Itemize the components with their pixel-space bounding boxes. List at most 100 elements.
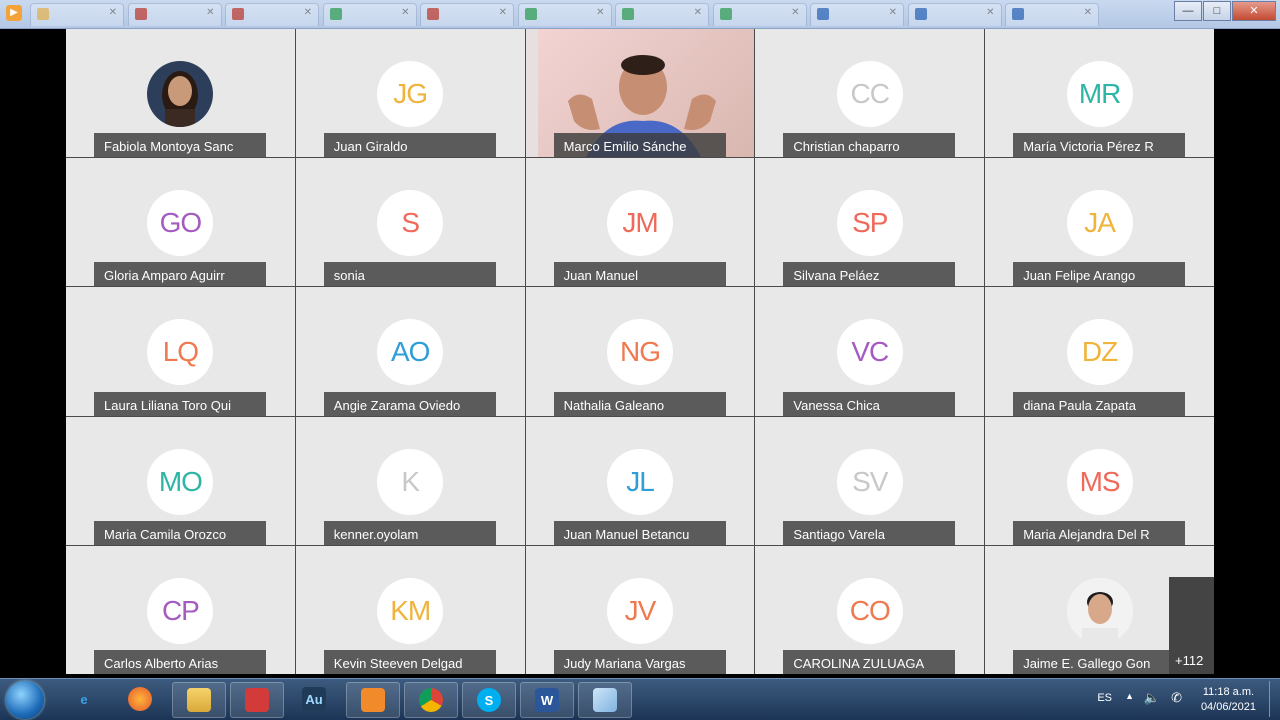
clock[interactable]: 11:18 a.m. 04/06/2021	[1201, 685, 1256, 715]
participant-tile[interactable]: CC Christian chaparro	[755, 29, 985, 158]
taskbar-word-button[interactable]: W	[520, 682, 574, 718]
taskbar-internet-explorer-button[interactable]: e	[62, 682, 106, 716]
participant-tile[interactable]: JL Juan Manuel Betancu	[525, 416, 755, 545]
participant-avatar: MR	[1066, 61, 1133, 127]
browser-tab[interactable]: ✕	[907, 3, 1002, 26]
participant-tile[interactable]: NG Nathalia Galeano	[525, 287, 755, 416]
browser-tab[interactable]: ✕	[1005, 3, 1099, 26]
taskbar-skype-button[interactable]: S	[462, 682, 516, 718]
tab-favicon-icon	[427, 8, 439, 20]
participant-avatar: SV	[836, 448, 903, 515]
participant-tile[interactable]: KM Kevin Steeven Delgad	[295, 545, 525, 674]
chrome-icon	[419, 688, 443, 712]
participant-tile[interactable]: SV Santiago Varela	[755, 416, 985, 545]
participant-tile[interactable]: SP Silvana Peláez	[755, 158, 985, 287]
taskbar-audition-button[interactable]: Au	[292, 682, 336, 716]
participant-avatar: LQ	[147, 319, 214, 386]
show-desktop-button[interactable]	[1269, 681, 1280, 717]
participant-tile[interactable]: AO Angie Zarama Oviedo	[295, 287, 525, 416]
browser-tab[interactable]: ✕	[517, 3, 612, 26]
participant-tile[interactable]: Ssonia	[295, 158, 525, 287]
participant-tile[interactable]: JG Juan Giraldo	[295, 29, 525, 158]
participant-avatar: SP	[836, 190, 903, 257]
more-participants-button[interactable]: +112	[1169, 577, 1214, 674]
participant-tile[interactable]: VC Vanessa Chica	[755, 287, 985, 416]
participant-tile[interactable]: CP Carlos Alberto Arias	[66, 545, 295, 674]
participant-avatar: GO	[147, 190, 214, 257]
taskbar-chrome-button[interactable]	[404, 682, 458, 718]
language-indicator[interactable]: ES	[1097, 692, 1112, 704]
participant-photo	[147, 61, 214, 127]
tab-close-icon[interactable]: ✕	[109, 7, 117, 18]
participant-avatar: CO	[836, 577, 903, 644]
tab-close-icon[interactable]: ✕	[499, 7, 507, 18]
tab-favicon-icon	[232, 8, 244, 20]
close-button[interactable]: ✕	[1232, 1, 1276, 21]
firefox-icon	[128, 687, 152, 711]
browser-tab-strip: ▶ ✕ ✕ ✕ ✕ ✕ ✕ ✕ ✕ ✕ ✕ ✕ — □ ✕	[0, 0, 1280, 29]
overflow-count: +112	[1175, 653, 1204, 668]
tray-expand-icon[interactable]: ▲	[1125, 691, 1134, 701]
participant-photo	[1066, 577, 1133, 644]
browser-tab[interactable]: ✕	[420, 3, 514, 26]
participant-tile[interactable]: DZ diana Paula Zapata	[985, 287, 1214, 416]
participant-tile[interactable]: Marco Emilio Sánche	[525, 29, 755, 158]
clock-time: 11:18 a.m.	[1202, 686, 1255, 698]
taskbar-kill-app-button[interactable]	[230, 682, 284, 718]
participant-grid: Fabiola Montoya Sanc JG Juan Giraldo Marco …	[66, 29, 1214, 674]
participant-name: sonia	[323, 262, 496, 287]
taskbar-document-app-button[interactable]	[578, 682, 632, 718]
maximize-button[interactable]: □	[1203, 1, 1231, 21]
taskbar-media-player-button[interactable]	[346, 682, 400, 718]
participant-avatar: DZ	[1066, 319, 1133, 386]
participant-tile[interactable]: CO CAROLINA ZULUAGA	[755, 545, 985, 674]
browser-tab[interactable]: ✕	[810, 3, 904, 26]
tab-close-icon[interactable]: ✕	[694, 7, 702, 18]
tab-close-icon[interactable]: ✕	[889, 7, 897, 18]
taskbar-firefox-button[interactable]	[118, 682, 162, 716]
tab-close-icon[interactable]: ✕	[791, 7, 799, 18]
participant-tile[interactable]: LQ Laura Liliana Toro Qui	[66, 287, 295, 416]
participant-name: Christian chaparro	[783, 133, 956, 158]
participant-tile[interactable]: MS Maria Alejandra Del R	[985, 416, 1214, 545]
tab-favicon-icon	[622, 8, 634, 20]
minimize-button[interactable]: —	[1174, 1, 1202, 21]
tab-close-icon[interactable]: ✕	[596, 7, 604, 18]
browser-tab[interactable]: ✕	[30, 3, 124, 26]
participant-tile[interactable]: MO Maria Camila Orozco	[66, 416, 295, 545]
participant-avatar: JG	[377, 61, 444, 127]
browser-tab[interactable]: ✕	[712, 3, 807, 26]
browser-tab[interactable]: ✕	[615, 3, 709, 26]
participant-tile[interactable]: MR María Victoria Pérez R	[985, 29, 1214, 158]
participant-name: Kevin Steeven Delgad	[323, 649, 496, 674]
participant-name: María Victoria Pérez R	[1013, 133, 1186, 158]
participant-avatar: KM	[377, 577, 444, 644]
browser-tab[interactable]: ✕	[127, 3, 222, 26]
participant-tile[interactable]: JA Juan Felipe Arango	[985, 158, 1214, 287]
tab-close-icon[interactable]: ✕	[986, 7, 994, 18]
internet-explorer-icon: e	[80, 691, 88, 707]
participant-tile[interactable]: GO Gloria Amparo Aguirr	[66, 158, 295, 287]
participant-tile[interactable]: JV Judy Mariana Vargas	[525, 545, 755, 674]
browser-tab[interactable]: ✕	[322, 3, 417, 26]
participant-name: CAROLINA ZULUAGA	[783, 649, 956, 674]
network-icon[interactable]: ✆	[1171, 690, 1182, 706]
participant-tile[interactable]: JM Juan Manuel	[525, 158, 755, 287]
tab-close-icon[interactable]: ✕	[304, 7, 312, 18]
participant-avatar: K	[377, 448, 444, 515]
browser-tab[interactable]: ✕	[225, 3, 319, 26]
participant-tile[interactable]: Kkenner.oyolam	[295, 416, 525, 545]
tab-close-icon[interactable]: ✕	[401, 7, 409, 18]
participant-name: Fabiola Montoya Sanc	[94, 133, 266, 158]
audition-icon: Au	[302, 687, 326, 711]
tab-close-icon[interactable]: ✕	[1084, 7, 1092, 18]
taskbar-file-explorer-button[interactable]	[172, 682, 226, 718]
app-icon[interactable]: ▶	[6, 5, 22, 21]
participant-avatar: JV	[606, 577, 673, 644]
participant-avatar: S	[377, 190, 444, 257]
volume-icon[interactable]: 🔈	[1144, 690, 1160, 706]
participant-tile[interactable]: Fabiola Montoya Sanc	[66, 29, 295, 158]
start-button[interactable]	[6, 681, 44, 719]
tab-favicon-icon	[914, 8, 927, 20]
tab-close-icon[interactable]: ✕	[206, 7, 214, 18]
